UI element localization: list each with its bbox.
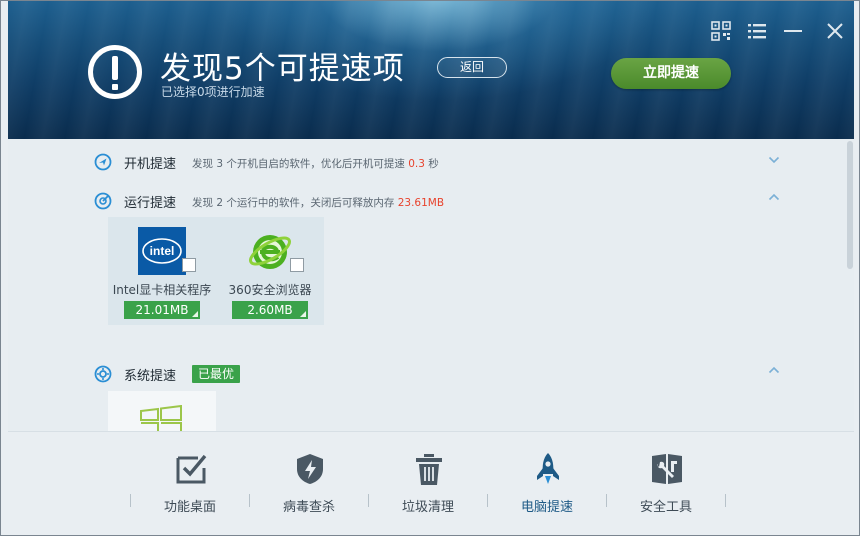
speedup-now-button[interactable]: 立即提速 bbox=[611, 58, 731, 89]
checkbox-board-icon bbox=[176, 454, 207, 484]
status-badge: 已最优 bbox=[192, 365, 241, 383]
intel-logo: intel bbox=[138, 227, 186, 275]
page-title: 发现5个可提速项 bbox=[160, 51, 405, 87]
runtime-memory-value: 23.61MB bbox=[397, 197, 445, 209]
boot-arrow-icon bbox=[94, 153, 112, 171]
exclamation-circle-icon bbox=[88, 45, 142, 99]
rocket-icon bbox=[537, 453, 559, 484]
section-startup[interactable]: 开机提速 发现 3 个开机自启的软件，优化后开机可提速 0.3 秒 bbox=[8, 151, 808, 173]
nav-item-desktop[interactable]: 功能桌面 bbox=[131, 450, 249, 520]
section-startup-desc: 发现 3 个开机自启的软件，优化后开机可提速 0.3 秒 bbox=[192, 158, 439, 170]
nav-item-speedup[interactable]: 电脑提速 bbox=[488, 450, 606, 520]
app-name-360-browser: 360安全浏览器 bbox=[228, 283, 312, 297]
app-size-intel: 21.01MB bbox=[124, 301, 200, 319]
svg-text:intel: intel bbox=[150, 244, 175, 258]
app-checkbox-intel[interactable] bbox=[182, 258, 196, 272]
section-system[interactable]: 系统提速 已最优 bbox=[8, 363, 808, 385]
gear-icon bbox=[94, 365, 112, 383]
tools-icon bbox=[652, 454, 682, 484]
menu-icon[interactable] bbox=[747, 21, 767, 41]
section-runtime-title: 运行提速 bbox=[124, 196, 177, 211]
bottom-nav: 功能桌面 病毒查杀 垃圾清理 电脑提速 安全工具 bbox=[8, 431, 854, 530]
runtime-apps-panel: intel Intel显卡相关程序 21.01MB 360安全浏览器 2.60M… bbox=[108, 217, 324, 325]
section-runtime[interactable]: 运行提速 发现 2 个运行中的软件，关闭后可释放内存 23.61MB bbox=[8, 190, 808, 212]
app-checkbox-360-browser[interactable] bbox=[290, 258, 304, 272]
scrollbar[interactable] bbox=[847, 141, 853, 431]
app-name-intel: Intel显卡相关程序 bbox=[112, 283, 212, 297]
close-icon[interactable] bbox=[825, 21, 845, 41]
nav-label-desktop: 功能桌面 bbox=[163, 500, 216, 515]
chevron-up-icon[interactable] bbox=[768, 365, 780, 375]
windows-logo-icon bbox=[140, 405, 182, 431]
back-button[interactable]: 返回 bbox=[437, 57, 507, 78]
app-item-intel[interactable]: intel Intel显卡相关程序 21.01MB bbox=[108, 225, 216, 321]
app-size-360-browser: 2.60MB bbox=[232, 301, 308, 319]
section-startup-title: 开机提速 bbox=[124, 157, 177, 172]
section-system-title: 系统提速 bbox=[124, 369, 177, 384]
system-item-card[interactable] bbox=[108, 391, 216, 431]
app-window: 发现5个可提速项 已选择0项进行加速 返回 立即提速 开机提速 发现 3 个开机… bbox=[0, 0, 860, 536]
section-runtime-desc: 发现 2 个运行中的软件，关闭后可释放内存 23.61MB bbox=[192, 197, 445, 209]
startup-seconds-value: 0.3 bbox=[408, 158, 425, 170]
chevron-up-icon[interactable] bbox=[768, 192, 780, 202]
selection-status: 已选择0项进行加速 bbox=[161, 85, 265, 99]
scrollbar-thumb[interactable] bbox=[847, 141, 853, 269]
shield-lightning-icon bbox=[297, 454, 323, 484]
nav-label-cleanup: 垃圾清理 bbox=[401, 500, 454, 515]
trash-icon bbox=[416, 454, 442, 485]
nav-label-speedup: 电脑提速 bbox=[520, 500, 573, 515]
header-banner: 发现5个可提速项 已选择0项进行加速 返回 立即提速 bbox=[8, 1, 854, 139]
nav-item-cleanup[interactable]: 垃圾清理 bbox=[369, 450, 487, 520]
minimize-icon[interactable] bbox=[783, 21, 803, 41]
optimization-list: 开机提速 发现 3 个开机自启的软件，优化后开机可提速 0.3 秒 运行提速 发… bbox=[8, 139, 854, 431]
nav-item-security-tools[interactable]: 安全工具 bbox=[607, 450, 725, 520]
app-item-360-browser[interactable]: 360安全浏览器 2.60MB bbox=[216, 225, 324, 321]
nav-separator bbox=[725, 494, 726, 507]
360-browser-icon bbox=[249, 235, 291, 269]
qr-code-icon[interactable] bbox=[711, 21, 731, 41]
nav-label-security-tools: 安全工具 bbox=[639, 500, 692, 515]
nav-item-antivirus[interactable]: 病毒查杀 bbox=[250, 450, 368, 520]
chevron-down-icon[interactable] bbox=[768, 155, 780, 165]
nav-label-antivirus: 病毒查杀 bbox=[282, 500, 335, 515]
gauge-icon bbox=[94, 192, 112, 210]
